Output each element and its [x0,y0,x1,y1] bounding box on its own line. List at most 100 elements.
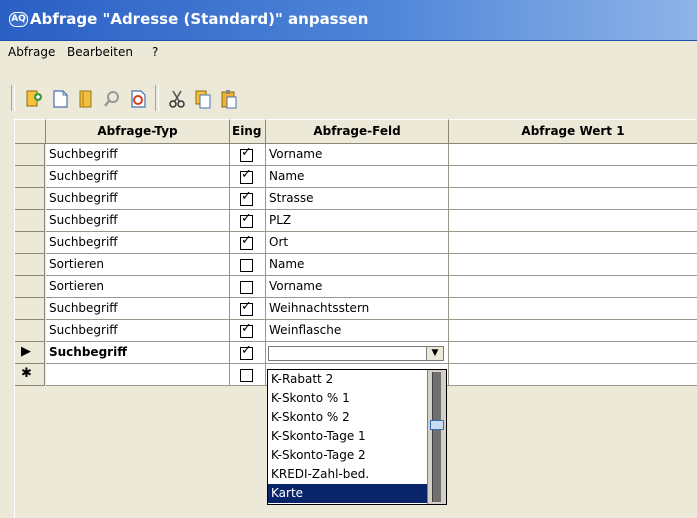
table-row[interactable]: Suchbegriff ✓ PLZ [15,210,697,232]
cell-abfrage-typ[interactable]: Sortieren [46,276,230,298]
cell-abfrage-feld[interactable]: Ort [266,232,449,254]
table-row[interactable]: Suchbegriff ✓ Strasse [15,188,697,210]
table-row[interactable]: Suchbegriff ✓ Name [15,166,697,188]
menu-help[interactable]: ? [152,45,158,59]
cell-abfrage-typ[interactable]: Sortieren [46,254,230,276]
eing-checkbox[interactable]: ✓ [240,344,253,360]
eing-checkbox[interactable] [240,259,253,272]
eing-checkbox[interactable]: ✓ [240,322,253,338]
cell-eing [230,254,266,276]
cell-abfrage-wert-1[interactable] [449,232,697,254]
dropdown-option[interactable]: Karte [268,484,428,503]
row-selector[interactable] [15,298,45,320]
cell-abfrage-wert-1[interactable] [449,320,697,342]
field-dropdown[interactable]: ▼ [268,346,444,361]
cell-abfrage-typ[interactable]: Suchbegriff [46,298,230,320]
table-row[interactable]: Sortieren Name [15,254,697,276]
cell-abfrage-feld[interactable]: PLZ [266,210,449,232]
cell-abfrage-feld[interactable]: Name [266,254,449,276]
cell-abfrage-feld[interactable]: Weihnachtsstern [266,298,449,320]
paste-icon[interactable] [218,88,240,110]
dropdown-option[interactable]: K-Skonto % 1 [268,389,428,408]
row-selector[interactable] [15,144,45,166]
toolbar [0,63,697,118]
row-selector[interactable] [15,254,45,276]
cell-abfrage-wert-1[interactable] [449,276,697,298]
cell-abfrage-wert-1[interactable] [449,364,697,386]
row-selector[interactable] [15,232,45,254]
eing-checkbox[interactable] [240,369,253,382]
checkmark-icon: ✓ [241,167,252,182]
dropdown-option[interactable]: KREDI-Zahl-bed. [268,465,428,484]
cell-abfrage-feld[interactable]: Vorname [266,144,449,166]
checkmark-icon: ✓ [241,233,252,248]
cell-abfrage-wert-1[interactable] [449,166,697,188]
eing-checkbox[interactable]: ✓ [240,212,253,228]
menu-bearbeiten[interactable]: Bearbeiten [67,45,133,59]
eing-checkbox[interactable]: ✓ [240,146,253,162]
table-row[interactable]: ▶ Suchbegriff ✓ ▼ [15,342,697,364]
eing-checkbox[interactable] [240,281,253,294]
eing-checkbox[interactable]: ✓ [240,167,253,184]
table-row[interactable]: Suchbegriff ✓ Weinflasche [15,320,697,342]
cell-eing: ✓ [230,320,266,342]
cell-abfrage-feld[interactable]: Vorname [266,276,449,298]
cut-icon[interactable] [166,88,188,110]
cell-abfrage-wert-1[interactable] [449,144,697,166]
table-row[interactable]: Suchbegriff ✓ Vorname [15,144,697,166]
column-header-abfrage-feld[interactable]: Abfrage-Feld [266,119,449,144]
cell-abfrage-wert-1[interactable] [449,342,697,364]
menu-abfrage[interactable]: Abfrage [8,45,55,59]
cell-abfrage-wert-1[interactable] [449,254,697,276]
cell-abfrage-typ[interactable]: Suchbegriff [46,320,230,342]
cell-abfrage-typ[interactable]: Suchbegriff [46,144,230,166]
table-row[interactable]: Suchbegriff ✓ Weihnachtsstern [15,298,697,320]
open-book-icon[interactable] [75,88,97,110]
cell-abfrage-wert-1[interactable] [449,210,697,232]
row-selector[interactable] [15,166,45,188]
eing-checkbox[interactable]: ✓ [240,190,253,206]
dropdown-option[interactable]: K-Skonto % 2 [268,408,428,427]
cell-abfrage-wert-1[interactable] [449,188,697,210]
row-selector[interactable] [15,188,45,210]
row-selector[interactable]: ▶ [15,342,45,364]
cell-abfrage-typ[interactable]: Suchbegriff [46,342,230,364]
scrollbar-thumb[interactable] [430,420,444,430]
column-header-eing[interactable]: Eing [230,119,266,144]
cell-abfrage-feld[interactable]: Name [266,166,449,188]
copy-icon[interactable] [192,88,214,110]
eing-checkbox[interactable]: ✓ [240,300,253,316]
column-header-abfrage-typ[interactable]: Abfrage-Typ [46,119,230,144]
cell-eing [230,364,266,386]
cell-abfrage-wert-1[interactable] [449,298,697,320]
toolbar-separator [11,85,15,111]
cell-abfrage-typ[interactable] [46,364,230,386]
eing-checkbox[interactable]: ✓ [240,233,253,250]
scrollbar-track[interactable] [432,372,441,502]
new-query-icon[interactable] [23,88,45,110]
row-selector[interactable] [15,276,45,298]
preview-icon[interactable] [127,88,149,110]
new-document-icon[interactable] [49,88,71,110]
cell-abfrage-typ[interactable]: Suchbegriff [46,188,230,210]
cell-abfrage-feld[interactable]: Weinflasche [266,320,449,342]
cell-abfrage-feld[interactable]: Strasse [266,188,449,210]
row-selector[interactable] [15,320,45,342]
dropdown-option[interactable]: K-Rabatt 2 [268,370,428,389]
table-row[interactable]: Suchbegriff ✓ Ort [15,232,697,254]
row-selector[interactable] [15,210,45,232]
cell-abfrage-typ[interactable]: Suchbegriff [46,210,230,232]
table-row[interactable]: Sortieren Vorname [15,276,697,298]
dropdown-scrollbar[interactable] [427,370,446,504]
column-header-abfrage-wert-1[interactable]: Abfrage Wert 1 [449,119,697,144]
row-selector[interactable]: ✱ [15,364,45,386]
cell-abfrage-feld[interactable]: ▼ [266,342,449,364]
dropdown-option[interactable]: K-Skonto-Tage 2 [268,446,428,465]
search-icon[interactable] [101,88,123,110]
dropdown-option[interactable]: K-Skonto-Tage 1 [268,427,428,446]
cell-eing: ✓ [230,188,266,210]
cell-abfrage-typ[interactable]: Suchbegriff [46,232,230,254]
chevron-down-icon[interactable]: ▼ [426,347,443,360]
field-dropdown-list[interactable]: Karte KREDI-Zahl-bed. K-Skonto-Tage 2 K-Sko… [267,369,447,505]
cell-abfrage-typ[interactable]: Suchbegriff [46,166,230,188]
